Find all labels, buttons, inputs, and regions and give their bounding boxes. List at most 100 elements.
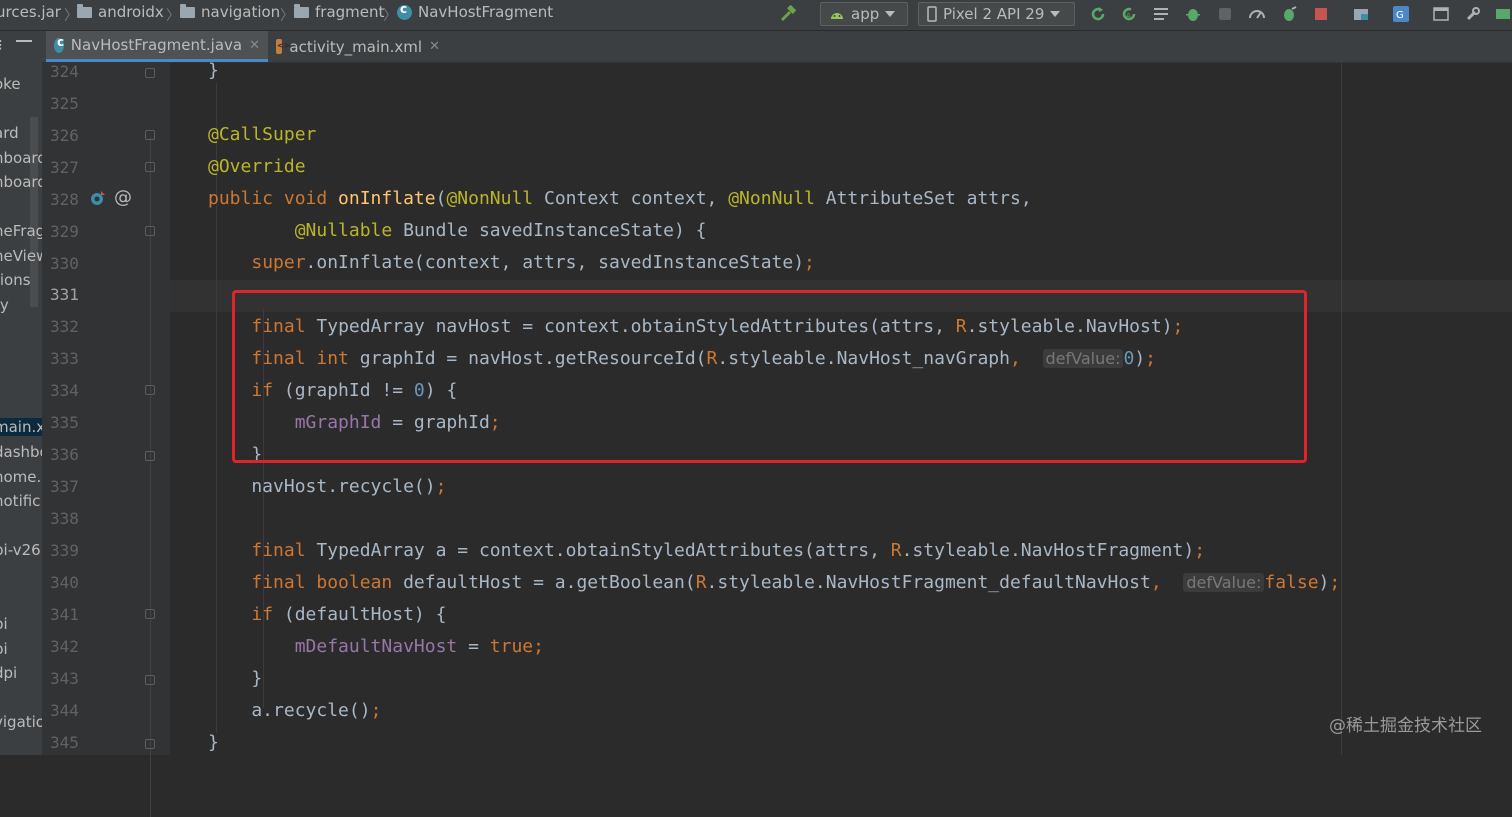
minimize-icon[interactable] <box>16 40 32 42</box>
project-tree-item[interactable]: neFrag <box>0 222 42 240</box>
project-tree-item[interactable]: pi-v26 <box>0 541 41 559</box>
line-number: 333 <box>50 349 79 368</box>
tab-navhostfragment-java[interactable]: NavHostFragment.java ✕ <box>46 31 268 62</box>
breadcrumb-separator: 〉 <box>166 8 180 24</box>
fold-marker[interactable] <box>145 609 155 619</box>
project-tree-item[interactable]: oke <box>0 75 21 93</box>
project-tool-window: ⁝ oke ard nboard nboard neFrag neView ti… <box>0 31 42 755</box>
translate-icon[interactable]: G <box>1392 5 1410 23</box>
fold-marker[interactable] <box>145 162 155 172</box>
code-line: @Override <box>208 156 306 177</box>
tab-activity-main-xml[interactable]: activity_main.xml ✕ <box>268 31 448 62</box>
project-tree-item[interactable]: nboard <box>0 149 42 167</box>
code-line: final TypedArray a = context.obtainStyle… <box>251 540 1206 561</box>
line-number: 343 <box>50 669 79 688</box>
line-number: 345 <box>50 733 79 752</box>
navigation-bar: urces.jar 〉 androidx 〉 navigation 〉 frag… <box>0 0 1512 31</box>
project-tree-item[interactable]: dashbo <box>0 443 42 461</box>
fold-marker[interactable] <box>145 451 155 461</box>
java-class-icon <box>54 35 64 53</box>
build-hammer-icon[interactable] <box>779 5 797 23</box>
chevron-down-icon <box>885 11 896 17</box>
stop-icon[interactable] <box>1312 5 1330 23</box>
line-number: 334 <box>50 381 79 400</box>
breadcrumb-separator: 〉 <box>280 8 294 24</box>
project-tree-item[interactable]: ty <box>0 296 9 314</box>
line-number: 328 <box>50 190 79 209</box>
line-number: 340 <box>50 573 79 592</box>
annotation-marker-icon[interactable]: @ <box>114 187 132 208</box>
fold-marker[interactable] <box>145 130 155 140</box>
code-line: mDefaultNavHost = true; <box>294 636 544 657</box>
project-tree-item[interactable]: pi <box>0 640 8 658</box>
highlight-box <box>232 290 1307 463</box>
code-line: a.recycle(); <box>208 700 382 721</box>
panel-scrollbar[interactable] <box>30 117 38 307</box>
folder-icon <box>77 3 92 18</box>
project-tree-item[interactable]: neView <box>0 247 42 265</box>
line-number: 326 <box>50 126 79 145</box>
folder-icon <box>180 3 195 18</box>
debug-icon[interactable] <box>1184 5 1202 23</box>
breadcrumb-navigation[interactable]: navigation <box>180 3 280 21</box>
project-structure-icon[interactable] <box>1352 5 1370 23</box>
fold-guide <box>150 137 151 817</box>
code-line: final boolean defaultHost = a.getBoolean… <box>251 572 1341 593</box>
settings-wrench-icon[interactable] <box>1464 5 1482 23</box>
code-line: super.onInflate(context, attrs, savedIns… <box>251 252 815 273</box>
code-line: } <box>208 60 219 81</box>
logcat-icon[interactable] <box>1152 5 1170 23</box>
run-configuration-select[interactable]: app <box>820 2 908 26</box>
breadcrumb-androidx[interactable]: androidx <box>77 3 164 21</box>
line-number: 336 <box>50 445 79 464</box>
fold-marker[interactable] <box>145 675 155 685</box>
line-number: 337 <box>50 477 79 496</box>
code-line: @Nullable Bundle savedInstanceState) { <box>294 220 707 241</box>
override-marker-icon[interactable] <box>90 190 106 206</box>
code-line: public void onInflate(@NonNull Context c… <box>208 188 1032 209</box>
xml-file-icon <box>276 39 291 54</box>
breadcrumb-fragment[interactable]: fragment <box>294 3 384 21</box>
project-tree-item[interactable]: tions <box>0 271 31 289</box>
fold-marker[interactable] <box>145 739 155 749</box>
code-line: } <box>208 732 219 753</box>
close-icon[interactable]: ✕ <box>249 38 260 53</box>
project-tree-item[interactable]: dpi <box>0 664 17 682</box>
class-icon <box>397 2 412 20</box>
breadcrumb-navhostfragment[interactable]: NavHostFragment <box>397 2 553 21</box>
fold-marker[interactable] <box>145 68 155 78</box>
device-select[interactable]: Pixel 2 API 29 <box>918 2 1075 26</box>
line-number: 330 <box>50 254 79 273</box>
android-icon <box>831 13 843 19</box>
line-number: 341 <box>50 605 79 624</box>
attach-debugger-icon[interactable] <box>1216 5 1234 23</box>
terminal-window-icon[interactable] <box>1432 5 1450 23</box>
line-number: 342 <box>50 637 79 656</box>
project-tree-item[interactable]: vigatio <box>0 713 42 731</box>
inlay-hint: defValue: <box>1183 573 1265 592</box>
project-tree-item[interactable]: home. <box>0 468 41 486</box>
line-number: 344 <box>50 701 79 720</box>
project-tree-item-selected[interactable]: main.xml <box>0 418 42 436</box>
sdk-manager-icon[interactable] <box>1494 5 1512 23</box>
line-number: 332 <box>50 317 79 336</box>
fold-marker[interactable] <box>145 385 155 395</box>
close-icon[interactable]: ✕ <box>429 39 440 54</box>
fold-marker[interactable] <box>145 226 155 236</box>
watermark: @稀土掘金技术社区 <box>1329 716 1482 736</box>
breadcrumb-sources-jar[interactable]: urces.jar <box>0 3 61 21</box>
attach-process-icon[interactable] <box>1280 5 1298 23</box>
project-tree-item[interactable]: nboard <box>0 173 42 191</box>
project-tree-item[interactable]: pi <box>0 615 8 633</box>
phone-icon <box>927 6 937 22</box>
apply-code-changes-icon[interactable]: A <box>1120 5 1138 23</box>
project-tree-item[interactable]: ard <box>0 124 19 142</box>
apply-changes-icon[interactable] <box>1089 5 1107 23</box>
chevron-down-icon <box>1050 11 1061 17</box>
profiler-icon[interactable] <box>1248 5 1266 23</box>
line-number: 324 <box>50 62 79 81</box>
project-tree-item[interactable]: notific <box>0 492 40 510</box>
gear-icon[interactable]: ⁝ <box>0 36 3 54</box>
editor-gutter[interactable]: 324 325 326 327 328 329 330 331 332 333 … <box>42 62 170 817</box>
code-line: if (defaultHost) { <box>251 604 447 625</box>
